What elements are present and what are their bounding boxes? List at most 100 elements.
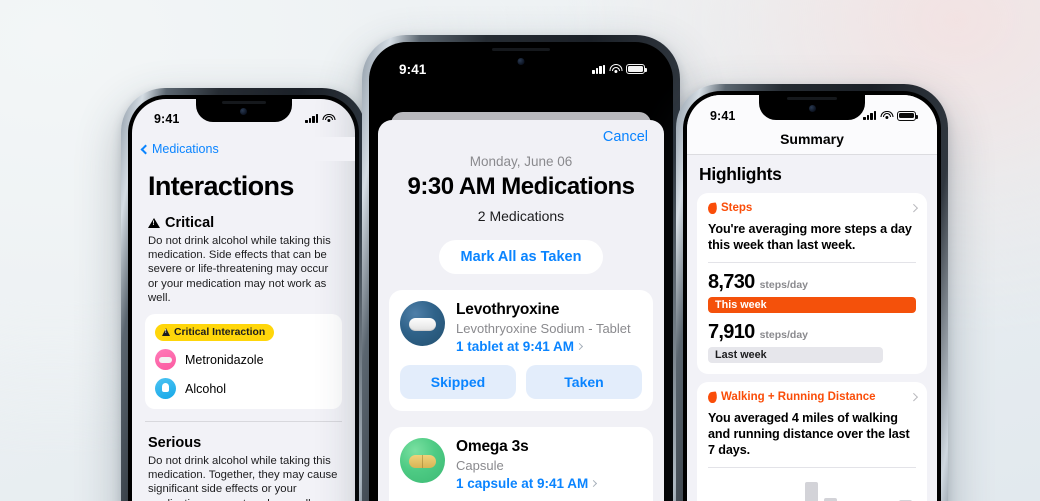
phone-center-medications: 9:41 Cancel Monday, June 06 9:30 AM Medi…: [362, 35, 680, 501]
glass-icon: [155, 378, 176, 400]
section-heading-label: Critical: [165, 215, 215, 231]
warning-triangle-icon: [162, 328, 170, 337]
highlight-card-walking-running[interactable]: Walking + Running Distance You averaged …: [697, 382, 927, 501]
card-summary: You're averaging more steps a day this w…: [708, 222, 912, 252]
sheet-title: 9:30 AM Medications: [407, 173, 636, 200]
stat-unit: steps/day: [759, 279, 809, 291]
wifi-icon: [322, 113, 335, 124]
status-badge-label: Critical Interaction: [174, 326, 266, 338]
card-header: Walking + Running Distance: [707, 390, 918, 404]
chevron-left-icon: [140, 144, 151, 154]
divider: [708, 262, 916, 263]
medication-name: Omega 3s: [456, 438, 529, 455]
medication-row: Levothryoxine Levothryoxine Sodium - Tab…: [400, 301, 642, 354]
category-text: Walking + Running Distance: [721, 391, 876, 403]
status-time: 9:41: [399, 61, 427, 77]
tablet-pill-icon: [400, 301, 445, 346]
medication-row: Omega 3s Capsule 1 capsule at 9:41 AM: [400, 438, 642, 491]
cellular-signal-icon: [592, 64, 605, 74]
medication-dose-link[interactable]: 1 tablet at 9:41 AM: [456, 339, 631, 354]
flame-icon: [707, 201, 718, 215]
back-button[interactable]: Medications: [140, 142, 219, 156]
earpiece-speaker: [221, 101, 266, 104]
phone-screen: Summary 9:41 Highlights Steps You're ave…: [687, 95, 937, 501]
earpiece-speaker: [492, 48, 550, 51]
chart-bar: [804, 481, 818, 501]
section-description: Do not drink alcohol while taking this m…: [148, 455, 338, 501]
back-button-label: Medications: [152, 142, 219, 156]
stat-row: 7,910 steps/day: [708, 321, 916, 344]
critical-interaction-card[interactable]: Critical Interaction Metronidazole Alcoh…: [145, 314, 342, 410]
cancel-button[interactable]: Cancel: [603, 129, 648, 145]
status-time: 9:41: [154, 111, 180, 126]
summary-scroll-view[interactable]: Highlights Steps You're averaging more s…: [687, 155, 937, 501]
meter-label: Last week: [715, 349, 767, 361]
medication-form: Capsule: [456, 458, 504, 473]
medication-form: Levothryoxine Sodium - Tablet: [456, 321, 631, 336]
phone-right-health-summary: Summary 9:41 Highlights Steps You're ave…: [676, 84, 948, 501]
navigation-bar: Medications: [132, 137, 355, 161]
battery-icon: [626, 64, 647, 74]
list-item: Alcohol: [155, 378, 332, 400]
section-description: Do not drink alcohol while taking this m…: [148, 235, 331, 304]
medication-dose-link[interactable]: 1 capsule at 9:41 AM: [456, 476, 598, 491]
medication-actions: Skipped Taken: [400, 365, 642, 399]
medication-name: Levothryoxine: [456, 301, 560, 318]
chart-bars: [786, 478, 912, 501]
medication-dose-label: 1 tablet at 9:41 AM: [456, 339, 575, 354]
medication-dose-label: 1 capsule at 9:41 AM: [456, 476, 589, 491]
phone-screen: 9:41 Cancel Monday, June 06 9:30 AM Medi…: [373, 46, 669, 501]
flame-icon: [707, 390, 718, 404]
phone-left-interactions: 9:41 Medications Interactions Critical: [121, 88, 366, 501]
medication-card[interactable]: Omega 3s Capsule 1 capsule at 9:41 AM Sk…: [389, 427, 653, 501]
chart-bar: [823, 497, 837, 501]
chevron-right-icon: [576, 342, 584, 351]
category-label: Steps: [707, 201, 753, 215]
sheet-date: Monday, June 06: [469, 154, 573, 169]
cellular-signal-icon: [305, 114, 318, 123]
front-camera-icon: [808, 105, 816, 112]
front-camera-icon: [517, 57, 525, 65]
status-badge: Critical Interaction: [155, 323, 275, 341]
page-title: Summary: [780, 131, 844, 147]
card-summary: You averaged 4 miles of walking and runn…: [708, 411, 910, 457]
meter-label: This week: [715, 299, 767, 311]
medication-details: Levothryoxine Levothryoxine Sodium - Tab…: [456, 301, 631, 354]
list-item-label: Metronidazole: [185, 352, 264, 367]
divider: [708, 467, 916, 468]
taken-button[interactable]: Taken: [526, 365, 642, 399]
highlight-card-steps[interactable]: Steps You're averaging more steps a day …: [697, 193, 927, 374]
section-title: Highlights: [699, 164, 782, 184]
chevron-right-icon: [590, 479, 598, 488]
earpiece-speaker: [787, 97, 837, 100]
stat-row: 8,730 steps/day: [708, 271, 916, 294]
interactions-scroll-view[interactable]: Interactions Critical Do not drink alcoh…: [132, 161, 355, 501]
front-camera-icon: [240, 108, 247, 115]
wifi-icon: [609, 64, 622, 74]
stat-value: 8,730: [708, 271, 755, 293]
page-title: Interactions: [148, 171, 294, 201]
list-item: Metronidazole: [155, 349, 332, 371]
distance-bar-chart: Average Distance: [708, 478, 916, 501]
section-header-critical: Critical: [132, 202, 355, 234]
pill-icon: [155, 349, 176, 371]
chevron-right-icon[interactable]: [909, 204, 918, 212]
meter-bar-this-week: This week: [708, 297, 916, 313]
status-indicators: [592, 64, 647, 74]
status-indicators: [305, 113, 335, 124]
mark-all-as-taken-button[interactable]: Mark All as Taken: [438, 240, 604, 274]
section-header-serious: Serious: [132, 422, 355, 454]
phone-screen: 9:41 Medications Interactions Critical: [132, 99, 355, 501]
skipped-button[interactable]: Skipped: [400, 365, 516, 399]
screenshot-stage: 9:41 Medications Interactions Critical: [0, 0, 1040, 501]
sheet-subtitle: 2 Medications: [477, 208, 565, 224]
section-heading-label: Serious: [148, 435, 202, 452]
category-text: Steps: [721, 202, 753, 214]
medication-card[interactable]: Levothryoxine Levothryoxine Sodium - Tab…: [389, 290, 653, 411]
warning-triangle-icon: [148, 218, 160, 228]
stat-value: 7,910: [708, 321, 755, 343]
medications-sheet: Cancel Monday, June 06 9:30 AM Medicatio…: [378, 120, 664, 501]
sheet-header: Cancel: [378, 120, 664, 154]
category-label: Walking + Running Distance: [707, 390, 876, 404]
chevron-right-icon[interactable]: [909, 393, 918, 401]
